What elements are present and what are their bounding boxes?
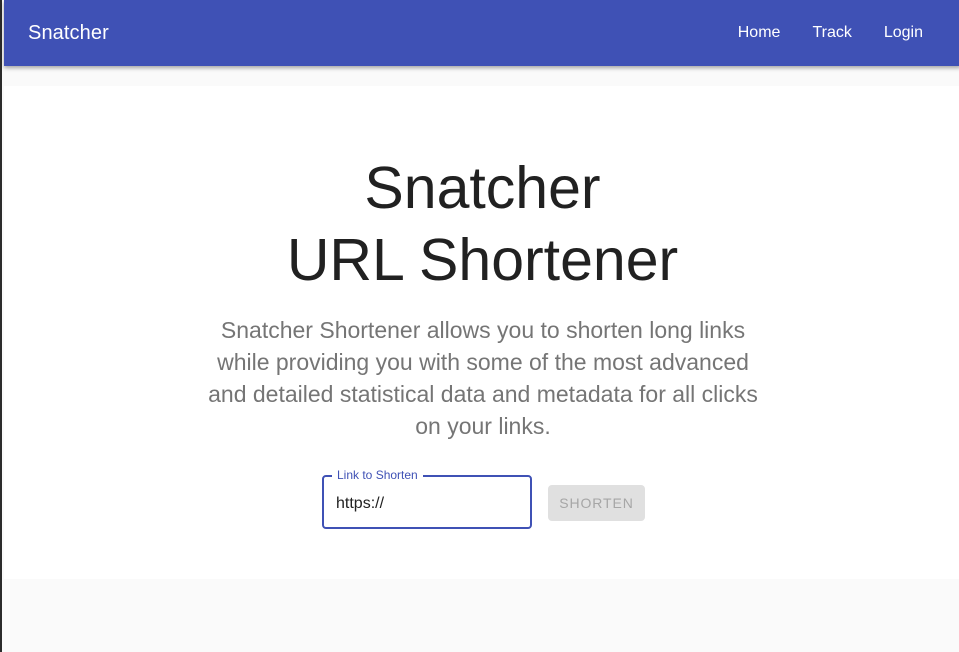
nav-track-link[interactable]: Track [796,17,867,49]
link-input[interactable] [336,493,516,515]
link-field: Link to Shorten [322,467,532,529]
shorten-button[interactable]: SHORTEN [548,485,645,521]
top-nav: Home Track Login [722,0,959,66]
brand-link[interactable]: Snatcher [28,21,109,45]
app-bar: Snatcher Home Track Login [4,0,959,66]
nav-login-link[interactable]: Login [868,17,939,49]
title-line-1: Snatcher [364,155,601,221]
page: Snatcher Home Track Login Snatcher URL S… [0,0,959,652]
title-line-2: URL Shortener [286,227,679,293]
page-title: Snatcher URL Shortener [4,152,959,296]
nav-home-link[interactable]: Home [722,17,797,49]
hero-description: Snatcher Shortener allows you to shorten… [208,317,758,439]
link-field-label: Link to Shorten [332,467,423,483]
hero-section: Snatcher URL Shortener Snatcher Shortene… [4,86,959,579]
